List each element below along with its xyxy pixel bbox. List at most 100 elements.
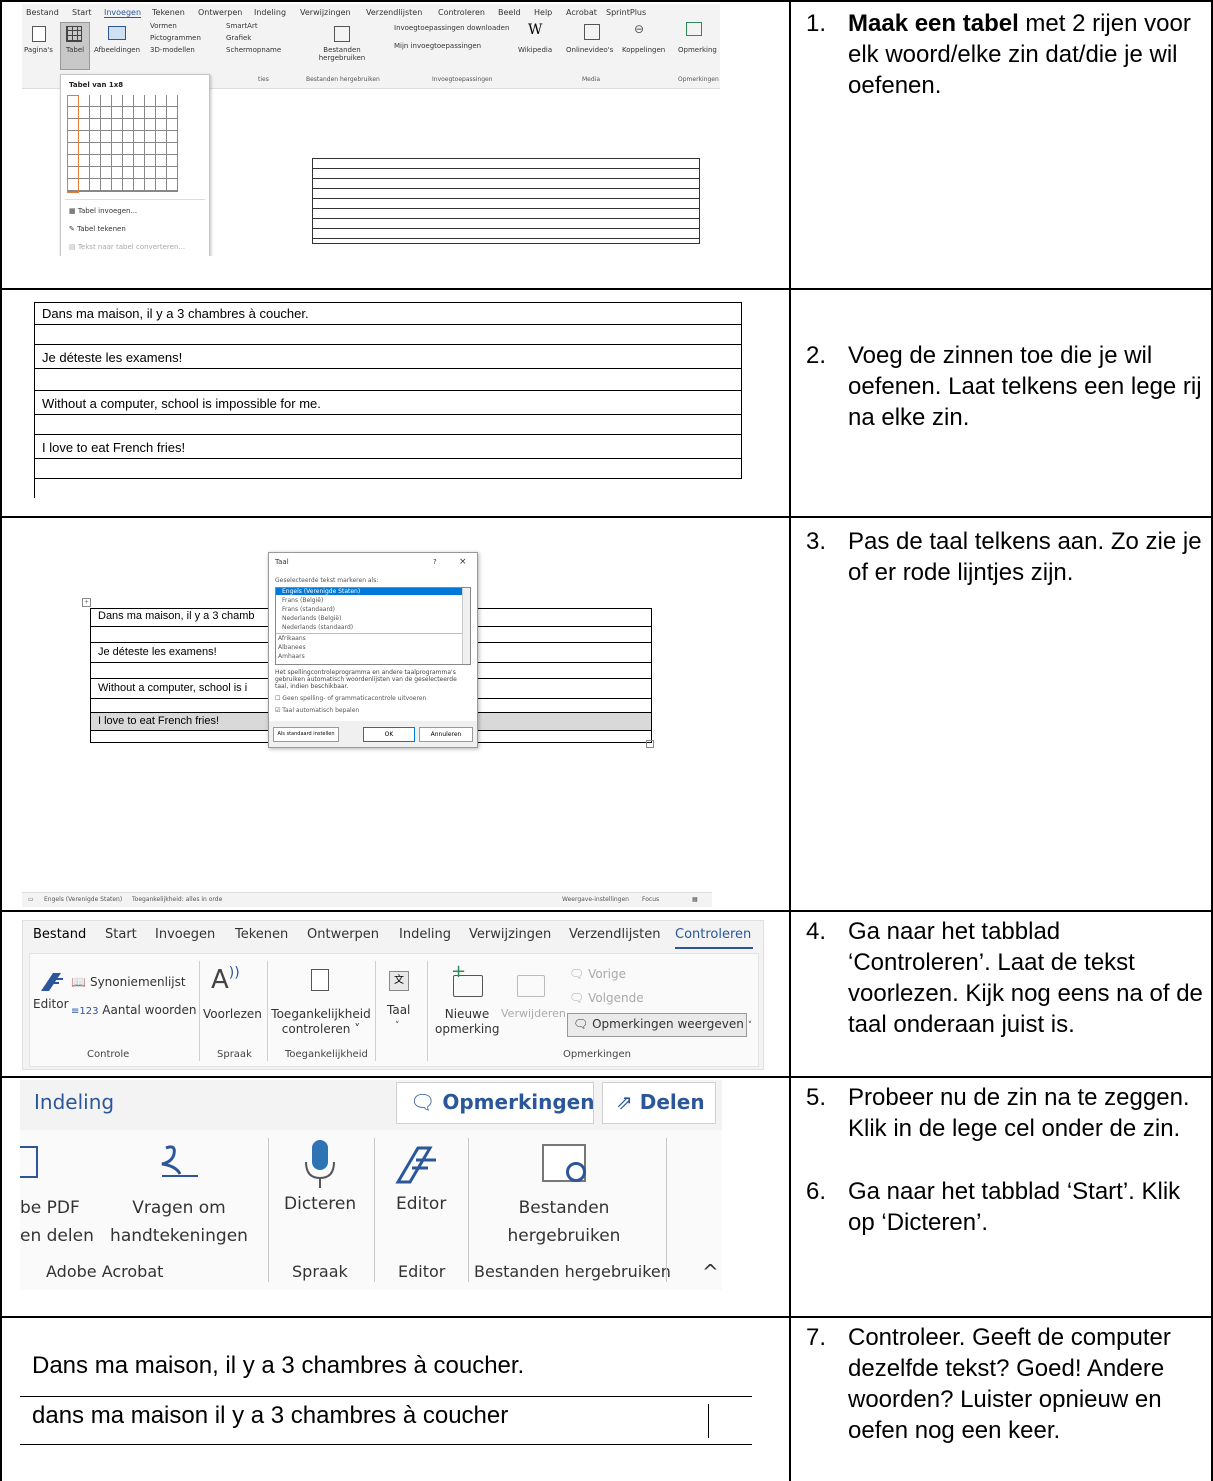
help-icon[interactable]: ?	[433, 558, 437, 566]
tab-sprintplus[interactable]: SprintPlus	[606, 8, 646, 17]
ok-button[interactable]: OK	[363, 727, 415, 742]
vragen-handtekeningen-button[interactable]: Vragen om handtekeningen	[102, 1194, 256, 1250]
check-auto-detect[interactable]: ☑ Taal automatisch bepalen	[275, 707, 359, 714]
tab-controleren[interactable]: Controleren	[438, 8, 485, 17]
tab-start[interactable]: Start	[72, 8, 92, 17]
table-row[interactable]: I love to eat French fries!	[98, 715, 219, 727]
tab-invoegen[interactable]: Invoegen	[104, 8, 142, 18]
afbeeldingen-button[interactable]: Afbeeldingen	[94, 46, 140, 54]
lang-item[interactable]: Amhaars	[278, 653, 305, 660]
tab-ontwerpen[interactable]: Ontwerpen	[307, 927, 379, 942]
lang-item-selected[interactable]: Engels (Verenigde Staten)	[276, 588, 468, 595]
smartart-button[interactable]: SmartArt	[226, 22, 258, 30]
tab-acrobat[interactable]: Acrobat	[566, 8, 597, 17]
volgende-button[interactable]: 🗨 Volgende	[569, 991, 644, 1005]
voorlezen-button[interactable]: Voorlezen	[203, 1007, 262, 1021]
nieuwe-opmerking-button[interactable]: Nieuwe opmerking	[435, 1007, 499, 1037]
lang-item[interactable]: Frans (België)	[282, 597, 323, 604]
tabel-label: Tabel	[66, 46, 85, 54]
default-button[interactable]: Als standaard instellen	[273, 727, 339, 742]
synoniemen-button[interactable]: 📖 Synoniemenlijst	[71, 975, 186, 989]
mijn-invoeg-button[interactable]: Mijn invoegtoepassingen	[394, 42, 481, 50]
table-row[interactable]: Je déteste les examens!	[98, 646, 217, 658]
lang-item[interactable]: Albanees	[278, 644, 306, 651]
taal-button[interactable]: Taal	[387, 1003, 410, 1017]
table-row[interactable]: Je déteste les examens!	[42, 350, 182, 365]
status-language[interactable]: Engels (Verenigde Staten)	[44, 896, 122, 903]
pdf-button[interactable]: be PDF en delen	[20, 1194, 94, 1250]
table-row[interactable]: I love to eat French fries!	[42, 440, 185, 455]
lang-item[interactable]: Afrikaans	[278, 635, 306, 642]
tab-indeling[interactable]: Indeling	[254, 8, 286, 17]
sentence-table: Dans ma maison, il y a 3 chambres à couc…	[34, 302, 742, 498]
wikipedia-button[interactable]: Wikipedia	[518, 46, 552, 54]
tab-invoegen[interactable]: Invoegen	[155, 927, 215, 942]
group-bestanden: Bestanden hergebruiken	[306, 76, 380, 83]
table-row[interactable]: Dans ma maison, il y a 3 chamb	[98, 610, 255, 622]
tab-help[interactable]: Help	[534, 8, 552, 17]
collapse-ribbon-icon[interactable]: ^	[702, 1260, 719, 1284]
dictated-sentence[interactable]: dans ma maison il y a 3 chambres à couch…	[32, 1402, 508, 1430]
editor-button[interactable]: Editor	[33, 997, 69, 1011]
tab-tekenen[interactable]: Tekenen	[152, 8, 185, 17]
screenshot-language: + Dans ma maison, il y a 3 chamb Je déte…	[22, 550, 712, 907]
tab-verzendlijsten[interactable]: Verzendlijsten	[366, 8, 422, 17]
tab-bestand[interactable]: Bestand	[26, 8, 59, 17]
dicteren-button[interactable]: Dicteren	[284, 1194, 356, 1214]
signature-icon	[161, 1145, 198, 1177]
table-row[interactable]: Without a computer, school is impossible…	[42, 396, 321, 411]
status-display[interactable]: Weergave-instellingen	[562, 896, 629, 903]
layout-icon[interactable]: ▦	[692, 896, 698, 903]
grid-picker[interactable]	[67, 95, 178, 192]
table-row[interactable]: Dans ma maison, il y a 3 chambres à couc…	[42, 306, 309, 321]
bestanden-button[interactable]: Bestanden hergebruiken	[314, 46, 370, 62]
tab-ontwerpen[interactable]: Ontwerpen	[198, 8, 242, 17]
word-count-icon: ≡123	[71, 1006, 99, 1017]
list-scrollbar[interactable]	[462, 588, 470, 664]
ribbon-5-tab-indeling[interactable]: Indeling	[34, 1090, 114, 1114]
tab-beeld[interactable]: Beeld	[498, 8, 521, 17]
aantal-woorden-button[interactable]: ≡123 Aantal woorden	[71, 1003, 197, 1017]
table-convert-item[interactable]: ▤ Tekst naar tabel converteren...	[69, 243, 185, 251]
pictogrammen-button[interactable]: Pictogrammen	[150, 34, 201, 42]
editor-button[interactable]: Editor	[396, 1194, 446, 1214]
row-line	[34, 478, 742, 479]
tab-bestand[interactable]: Bestand	[33, 927, 86, 942]
tab-verwijzingen[interactable]: Verwijzingen	[300, 8, 351, 17]
close-icon[interactable]: ×	[459, 557, 467, 567]
tab-verzendlijsten[interactable]: Verzendlijsten	[569, 927, 660, 942]
lang-item[interactable]: Frans (standaard)	[282, 606, 335, 613]
paginas-button[interactable]: Pagina's	[24, 46, 53, 54]
bestanden-hergebruiken-button[interactable]: Bestanden hergebruiken	[484, 1194, 644, 1250]
status-focus[interactable]: Focus	[642, 896, 659, 903]
vormen-button[interactable]: Vormen	[150, 22, 177, 30]
tab-verwijzingen[interactable]: Verwijzingen	[469, 927, 551, 942]
opmerking-button[interactable]: Opmerking	[678, 46, 717, 54]
verwijderen-button[interactable]: Verwijderen	[501, 1007, 566, 1020]
onlinevideos-button[interactable]: Onlinevideo's	[566, 46, 613, 54]
lang-item[interactable]: Nederlands (standaard)	[282, 624, 353, 631]
toegankelijkheid-button[interactable]: Toegankelijkheid controleren ˅	[271, 1007, 371, 1037]
grafiek-button[interactable]: Grafiek	[226, 34, 251, 42]
table-row[interactable]: Without a computer, school is i	[98, 682, 247, 694]
table-resize-handle[interactable]	[646, 740, 654, 748]
row-line	[34, 344, 742, 345]
tab-tekenen[interactable]: Tekenen	[235, 927, 288, 942]
modellen3d-button[interactable]: 3D-modellen	[150, 46, 195, 54]
status-accessibility[interactable]: Toegankelijkheid: alles in orde	[132, 896, 222, 903]
tab-start[interactable]: Start	[105, 927, 137, 942]
table-draw-item[interactable]: ✎ Tabel tekenen	[69, 225, 126, 233]
vorige-button[interactable]: 🗨 Vorige	[569, 967, 626, 981]
tab-controleren[interactable]: Controleren	[675, 927, 751, 942]
language-list[interactable]: Engels (Verenigde Staten) Frans (België)…	[275, 587, 471, 665]
koppelingen-button[interactable]: Koppelingen	[622, 46, 665, 54]
lang-item[interactable]: Nederlands (België)	[282, 615, 341, 622]
cancel-button[interactable]: Annuleren	[419, 727, 473, 742]
taal-chevron-icon[interactable]: ˅	[395, 1021, 400, 1031]
invoeg-download-button[interactable]: Invoegtoepassingen downloaden	[394, 24, 509, 32]
table-move-handle[interactable]: +	[82, 598, 91, 607]
tab-indeling[interactable]: Indeling	[399, 927, 451, 942]
check-no-spelling[interactable]: ☐ Geen spelling- of grammaticacontrole u…	[275, 695, 426, 702]
table-insert-item[interactable]: ▦ Tabel invoegen...	[69, 207, 137, 215]
schermopname-button[interactable]: Schermopname	[226, 46, 281, 54]
